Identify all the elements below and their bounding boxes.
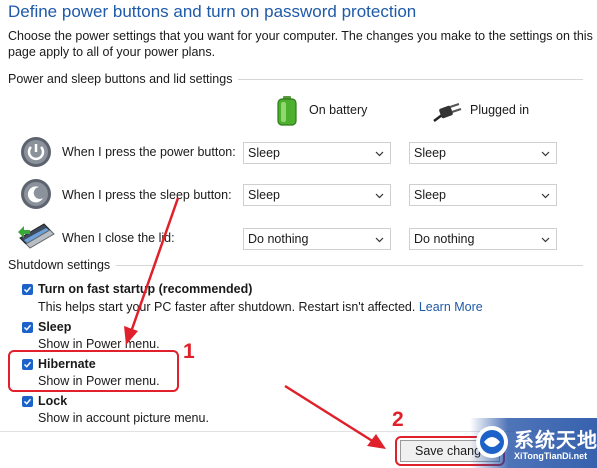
annotation-arrows bbox=[124, 197, 386, 449]
arrow-to-hibernate bbox=[124, 197, 180, 345]
step-number-2: 2 bbox=[392, 408, 404, 431]
watermark-title: 系统天地 bbox=[514, 430, 597, 452]
watermark-logo bbox=[474, 424, 510, 460]
watermark-subtitle: XiTongTianDi.net bbox=[514, 451, 588, 461]
step-number-1: 1 bbox=[183, 340, 195, 363]
arrow-to-save bbox=[284, 384, 386, 449]
